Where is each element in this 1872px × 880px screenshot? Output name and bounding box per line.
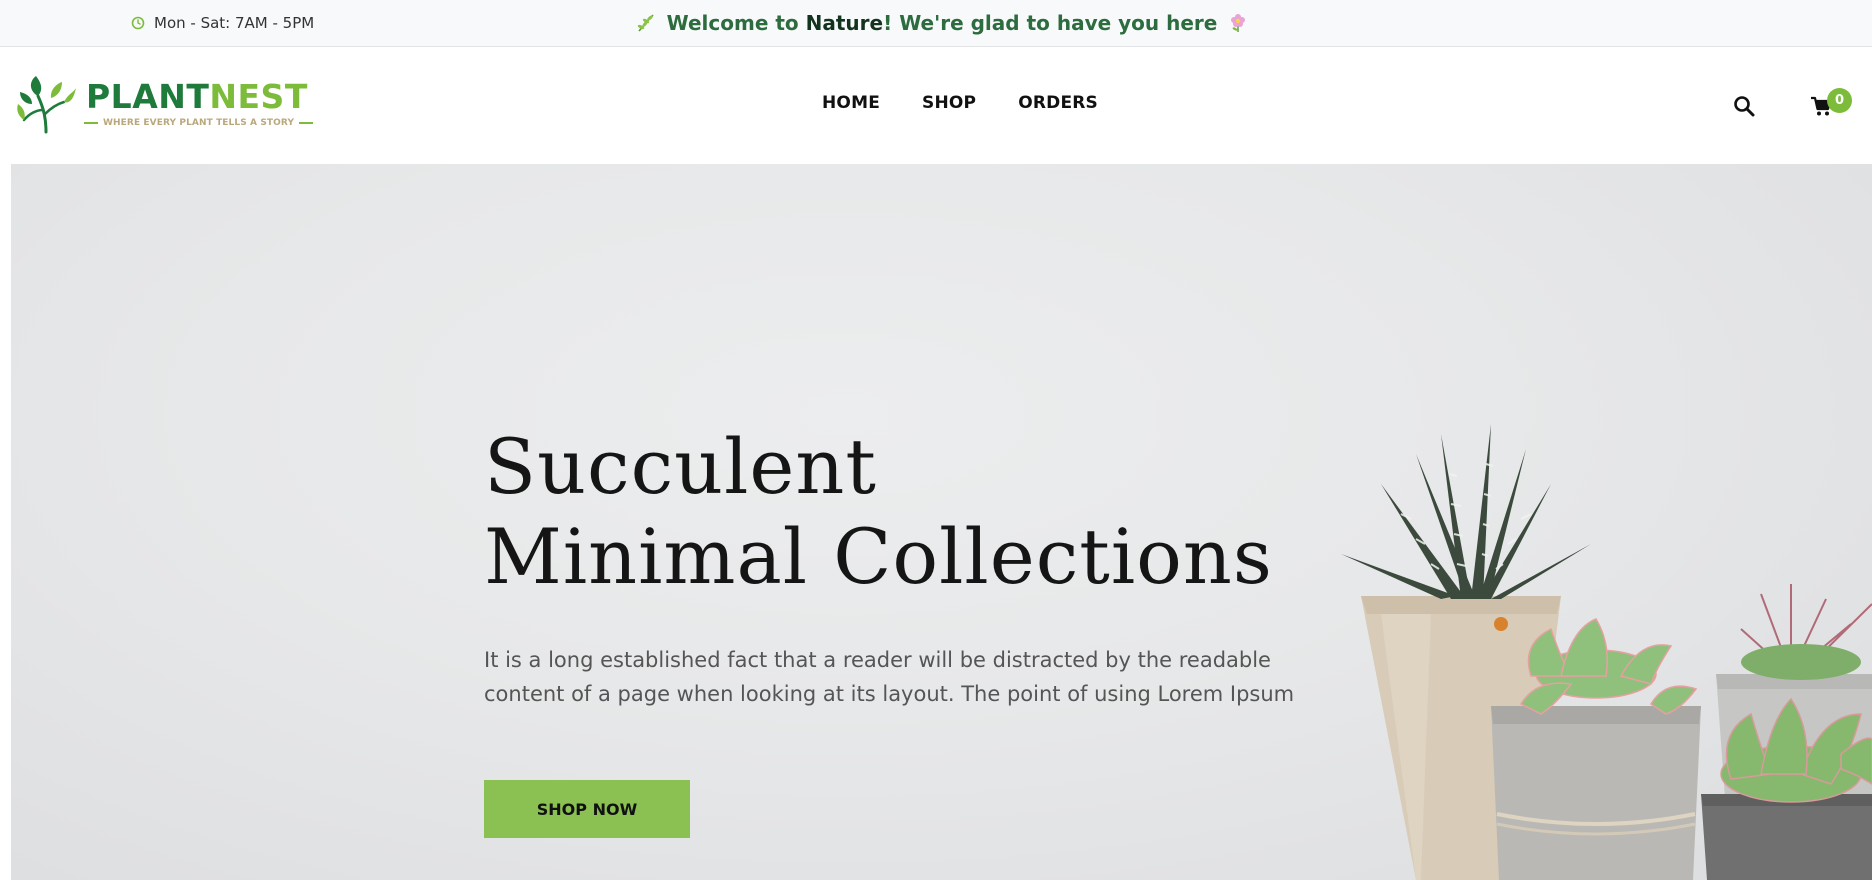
welcome-prefix: Welcome to <box>666 11 799 35</box>
flower-icon <box>1231 14 1246 32</box>
leaf-logo-icon <box>17 76 76 134</box>
hero-title-line-2: Minimal Collections <box>484 512 1273 601</box>
site-logo[interactable]: PLANTNEST WHERE EVERY PLANT TELLS A STOR… <box>16 74 314 134</box>
hero-title-line-1: Succulent <box>484 422 877 511</box>
logo-wordmark: PLANTNEST <box>86 78 308 116</box>
tagline-rule-left <box>84 122 98 124</box>
logo-tagline-text: WHERE EVERY PLANT TELLS A STORY <box>103 118 295 128</box>
tagline-rule-right <box>299 122 314 124</box>
succulent-pots-image <box>1341 424 1872 880</box>
site-header: PLANTNEST WHERE EVERY PLANT TELLS A STOR… <box>0 48 1872 164</box>
hero-description: It is a long established fact that a rea… <box>484 643 1314 711</box>
search-icon[interactable] <box>1733 95 1755 117</box>
top-bar: Mon - Sat: 7AM - 5PM Welcome to Nature! … <box>0 0 1872 47</box>
cart-count-badge: 0 <box>1827 88 1852 113</box>
welcome-message: Welcome to Nature! We're glad to have yo… <box>0 9 1872 37</box>
hero-description-line-1: It is a long established fact that a rea… <box>484 648 1271 672</box>
logo-wordmark-nest: NEST <box>209 77 308 116</box>
hero-description-line-2: content of a page when looking at its la… <box>484 682 1295 706</box>
welcome-highlight: Nature <box>805 11 884 35</box>
logo-wordmark-plant: PLANT <box>86 77 210 116</box>
hero-banner: Succulent Minimal Collections It is a lo… <box>11 164 1872 880</box>
welcome-suffix: ! We're glad to have you here <box>883 11 1218 35</box>
main-nav: HOME SHOP ORDERS <box>822 93 1098 117</box>
hero-title: Succulent Minimal Collections <box>484 422 1284 602</box>
herb-icon <box>637 14 654 32</box>
nav-item-home[interactable]: HOME <box>822 93 880 117</box>
nav-item-orders[interactable]: ORDERS <box>1018 93 1098 117</box>
logo-tagline: WHERE EVERY PLANT TELLS A STORY <box>84 116 314 130</box>
shop-now-button[interactable]: SHOP NOW <box>484 780 690 838</box>
nav-item-shop[interactable]: SHOP <box>922 93 976 117</box>
